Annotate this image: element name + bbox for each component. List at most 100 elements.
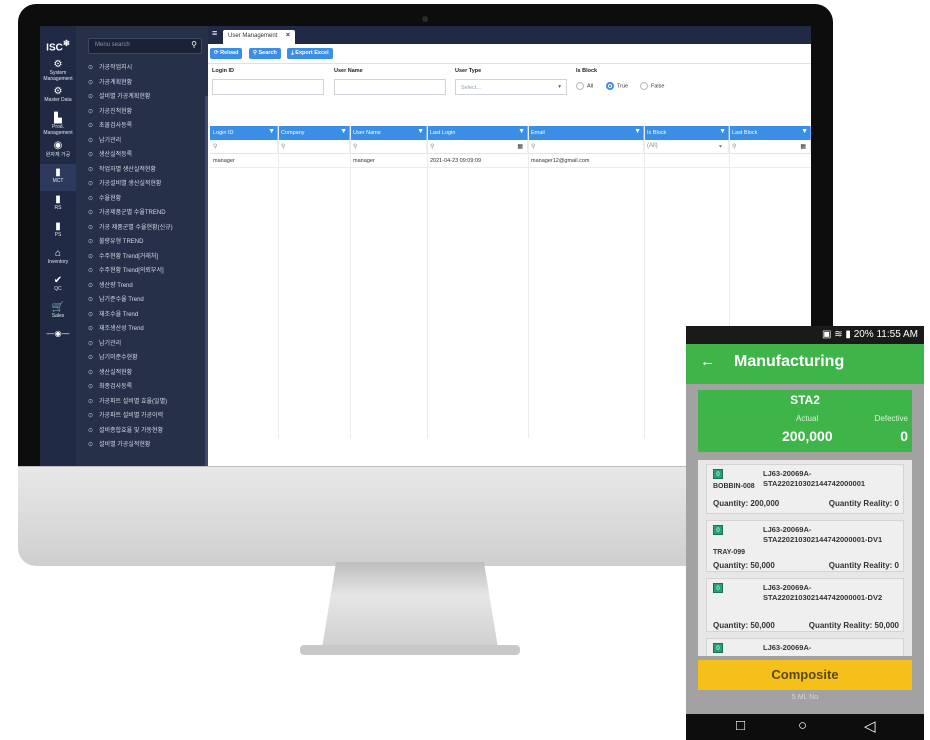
iconbar-item[interactable]: ⚙ System Management [40,56,76,83]
filter-icon[interactable]: ▼ [518,128,525,135]
home-icon[interactable]: ○ [798,717,807,734]
isc-logo: ISC❄ [46,38,70,54]
bullet-icon: ⊙ [88,311,94,318]
column-filter-cell[interactable]: ⚲ [528,140,644,154]
calendar-icon[interactable]: ▦ [517,143,523,150]
menu-item[interactable]: ⊙ 불량유형 TREND [76,236,208,251]
filter-icon[interactable]: ▼ [801,128,808,135]
menu-item[interactable]: ⊙ 가공파트 설비별 효율(일별) [76,396,208,411]
menu-item[interactable]: ⊙ 가공작업지시 [76,62,208,77]
lot-card[interactable]: 0 LJ63-20069A-STA220210302144742000001-DV… [706,578,904,632]
menu-item[interactable]: ⊙ 납기미준수현황 [76,352,208,367]
menu-item[interactable]: ⊙ 납기준수율 Trend [76,294,208,309]
menu-item[interactable]: ⊙ 가공파트 설비별 가공이력 [76,410,208,425]
user-name-input[interactable] [334,79,446,95]
menu-item[interactable]: ⊙ 수주현황 Trend[거래처] [76,251,208,266]
menu-item[interactable]: ⊙ 가공진척현황 [76,106,208,121]
iconbar-item[interactable]: ⌂ Inventory [40,245,76,272]
column-header[interactable]: Email ▼ [528,126,644,140]
lot-card[interactable]: 0 LJ63-20069A- [706,638,904,656]
hamburger-icon[interactable]: ≡ [212,28,217,38]
menu-item-label: 납기관리 [99,340,122,347]
radio-all[interactable]: All [576,82,593,90]
column-filter-cell[interactable]: ⚲ ▦ [729,140,811,154]
iconbar-item[interactable]: ✔ QC [40,272,76,299]
menu-item[interactable]: ⊙ 가공 제품군별 수율현황(신규) [76,222,208,237]
menu-item[interactable]: ⊙ 가공제품군별 수율TREND [76,207,208,222]
menu-item[interactable]: ⊙ 재조생산성 Trend [76,323,208,338]
column-filter-cell[interactable]: ⚲ [278,140,350,154]
lot-quantity: Quantity: 50,000 [713,561,775,570]
menu-item[interactable]: ⊙ 최종검사등록 [76,381,208,396]
filter-icon[interactable]: ▼ [268,128,275,135]
column-filter-cell[interactable]: ⚲ [210,140,278,154]
search-icon[interactable]: ⚲ [191,40,197,49]
column-header[interactable]: Login ID ▼ [210,126,278,140]
menu-item[interactable]: ⊙ 가공설비별 생산실적현황 [76,178,208,193]
menu-item[interactable]: ⊙ 작업자별 생산실적현황 [76,164,208,179]
iconbar-item[interactable]: 🛒 Sales [40,299,76,326]
lot-number: LJ63-20069A- [763,643,812,652]
lot-card[interactable]: 0 BOBBIN-008 LJ63-20069A-STA22021030214474… [706,464,904,514]
menu-item[interactable]: ⊙ 수주현황 Trend[의뢰부서] [76,265,208,280]
export-excel-button[interactable]: ⤓ Export Excel [287,48,333,59]
bullet-icon: ⊙ [88,268,94,274]
back-icon[interactable]: ◁ [864,717,876,735]
menu-item[interactable]: ⊙ 생산실적등록 [76,149,208,164]
actual-value: 200,000 [782,428,833,444]
menu-item[interactable]: ⊙ 재조수율 Trend [76,309,208,324]
filter-icon[interactable]: ▼ [340,128,347,135]
search-button[interactable]: ⚲ Search [248,48,281,59]
menu-item[interactable]: ⊙ 생산량 Trend [76,280,208,295]
column-filter-cell[interactable]: ⚲ ▦ [427,140,528,154]
filter-icon[interactable]: ▼ [417,128,424,135]
tab-user-management[interactable]: User Management × [223,30,295,44]
iconbar-item[interactable]: ▮ RS [40,191,76,218]
back-arrow-icon[interactable]: ← [700,353,715,370]
menu-item[interactable]: ⊙ 초물검사등록 [76,120,208,135]
column-header[interactable]: Last Login ▼ [427,126,528,140]
table-row[interactable]: manager manager 2021-04-23 09:09:09 manager… [210,154,811,168]
reload-label: Reload [220,50,239,56]
sidebar-collapse-icon[interactable]: —◉— [40,326,76,353]
bullet-icon: ⊙ [88,253,94,260]
imac-stand-base [300,645,520,655]
menu-search-input[interactable]: Menu search ⚲ [88,38,202,54]
column-header[interactable]: User Name ▼ [350,126,427,140]
column-header[interactable]: Company ▼ [278,126,350,140]
user-type-select[interactable]: Select... ▾ [455,79,567,95]
iconbar-item[interactable]: ▙ Prod. Management [40,110,76,137]
column-filter-cell[interactable]: (All) ▾ [644,140,729,154]
iconbar-item[interactable]: ⚙ Master Data [40,83,76,110]
calendar-icon[interactable]: ▦ [800,143,806,150]
iconbar-item[interactable]: ▮ PS [40,218,76,245]
close-icon[interactable]: × [286,32,290,39]
column-filter-cell[interactable]: ⚲ [350,140,427,154]
menu-item[interactable]: ⊙ 수율현황 [76,193,208,208]
menu-item-label: 초물검사등록 [99,123,133,129]
radio-false[interactable]: False [640,82,664,90]
column-header[interactable]: Last Block ▼ [729,126,811,140]
menu-item[interactable]: ⊙ 납기관리 [76,338,208,353]
reload-button[interactable]: ⟳ Reload [210,48,243,59]
radio-true[interactable]: True [606,82,628,90]
login-id-input[interactable] [212,79,324,95]
bullet-icon: ⊙ [88,326,94,332]
composite-button[interactable]: Composite [698,660,912,690]
recents-icon[interactable]: □ [736,717,745,734]
radio-icon [576,82,584,90]
iconbar-item[interactable]: ▮ MCT [40,164,76,191]
lot-list[interactable]: 0 BOBBIN-008 LJ63-20069A-STA22021030214474… [698,460,912,656]
filter-icon[interactable]: ▼ [719,128,726,135]
menu-item[interactable]: ⊙ 납기관리 [76,135,208,150]
column-header[interactable]: Is Block ▼ [644,126,729,140]
menu-item[interactable]: ⊙ 설비별 가공실적현황 [76,439,208,454]
menu-item[interactable]: ⊙ 설비별 가공계획현황 [76,91,208,106]
filter-icon[interactable]: ▼ [634,128,641,135]
lot-card[interactable]: 0 TRAY-099 LJ63-20069A-STA2202103021447420… [706,520,904,572]
menu-item-label: 수율현황 [99,195,122,202]
menu-item[interactable]: ⊙ 가공계획현황 [76,77,208,92]
iconbar-item[interactable]: ◉ 원자재 가공 [40,137,76,164]
menu-item[interactable]: ⊙ 설비종합효율 및 가동현황 [76,425,208,440]
menu-item[interactable]: ⊙ 생산실적현황 [76,367,208,382]
